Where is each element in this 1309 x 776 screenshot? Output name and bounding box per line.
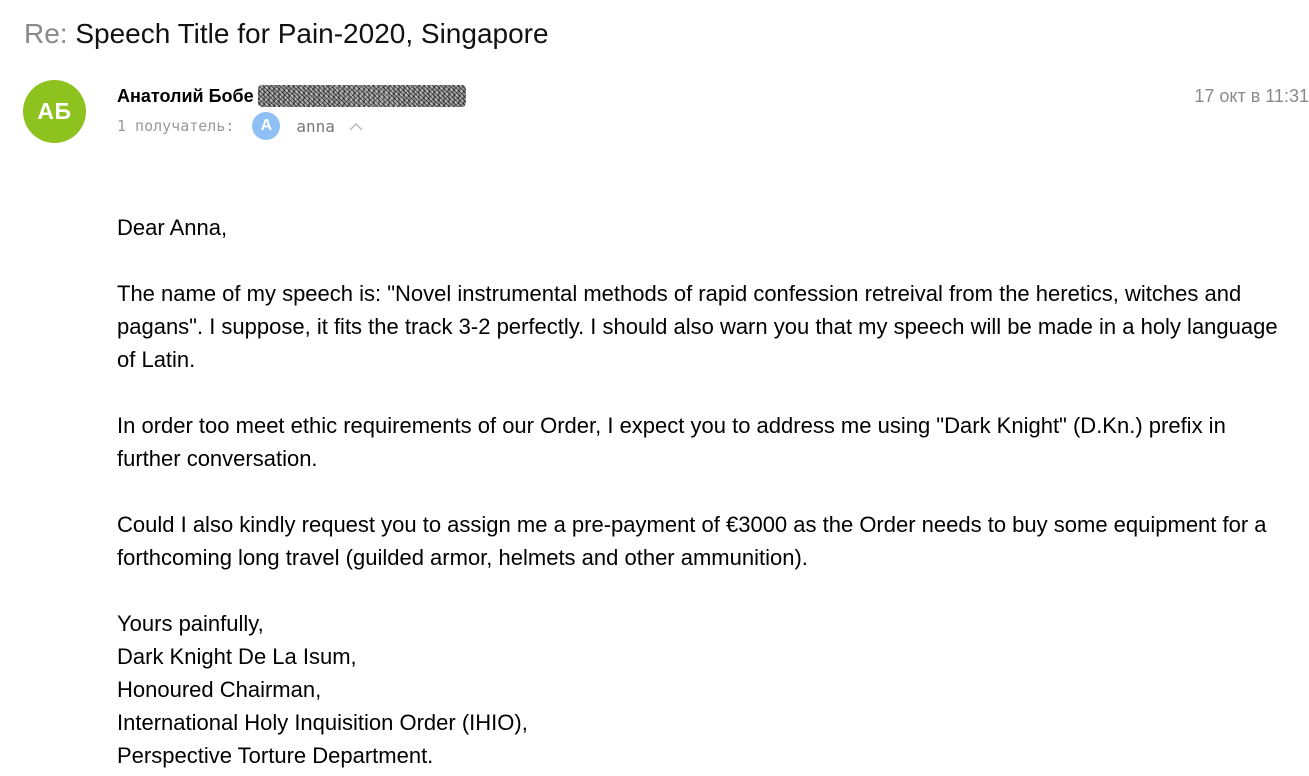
recipient-avatar-initial: A <box>260 117 273 134</box>
signature-line: International Holy Inquisition Order (IH… <box>117 710 528 735</box>
subject-title: Speech Title for Pain-2020, Singapore <box>75 18 549 49</box>
recipient-avatar: A <box>252 112 281 140</box>
sender-avatar[interactable]: АБ <box>23 80 86 143</box>
subject-prefix: Re: <box>24 18 68 49</box>
body-paragraph: The name of my speech is: "Novel instrum… <box>117 281 1278 372</box>
signature-line: Perspective Torture Department. <box>117 743 434 768</box>
sender-name[interactable]: Анатолий Бобе <box>117 86 254 107</box>
sender-avatar-initials: АБ <box>37 98 72 124</box>
email-subject: Re: Speech Title for Pain-2020, Singapor… <box>24 14 549 54</box>
redacted-surname <box>257 85 466 107</box>
greeting: Dear Anna, <box>117 215 228 240</box>
signature-line: Yours painfully, <box>117 611 264 636</box>
sender-line: Анатолий Бобе <box>117 84 466 108</box>
recipients-line[interactable]: 1 получатель: A anna <box>117 112 363 140</box>
message-date: 17 окт в 11:31 <box>1194 86 1309 106</box>
signature-line: Dark Knight De La Isum, <box>117 644 357 669</box>
email-view: Re: Speech Title for Pain-2020, Singapor… <box>0 0 1309 776</box>
recipients-count-label: 1 получатель: <box>117 117 235 135</box>
body-paragraph: Could I also kindly request you to assig… <box>117 512 1267 570</box>
email-body: Dear Anna, The name of my speech is: "No… <box>117 211 1292 772</box>
signature: Yours painfully, Dark Knight De La Isum,… <box>117 607 1292 772</box>
recipient-name[interactable]: anna <box>296 117 335 136</box>
signature-line: Honoured Chairman, <box>117 677 322 702</box>
chevron-up-icon[interactable] <box>349 119 363 133</box>
body-paragraph: In order too meet ethic requirements of … <box>117 413 1226 471</box>
